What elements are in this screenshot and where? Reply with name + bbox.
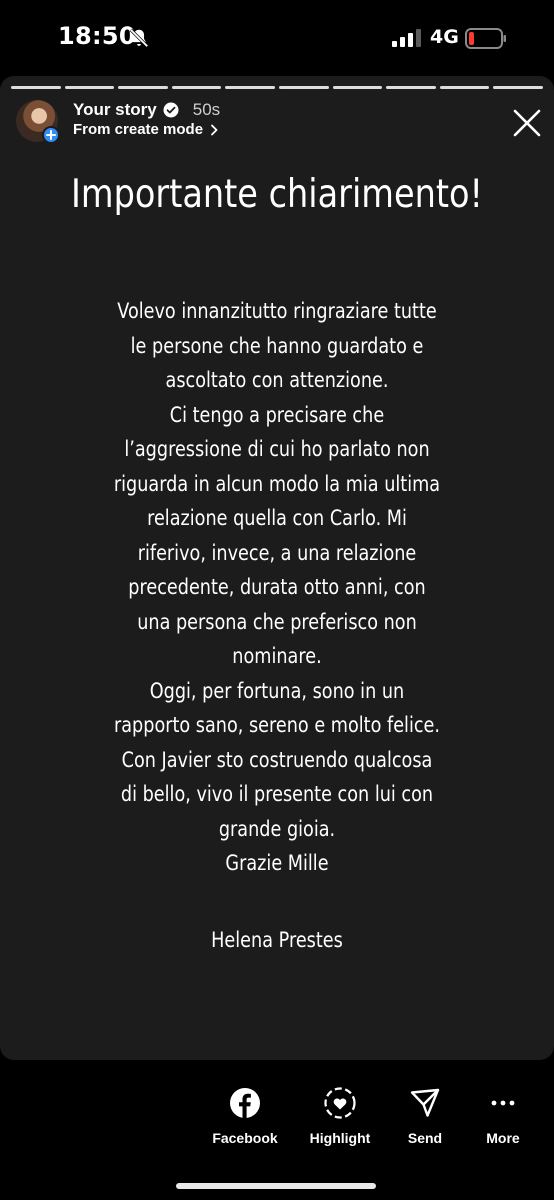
story-text-line: ascoltato con attenzione. bbox=[165, 368, 389, 392]
facebook-icon bbox=[230, 1088, 260, 1118]
verified-icon bbox=[163, 102, 179, 118]
progress-segment bbox=[278, 86, 329, 89]
story-body-text: Volevo innanzitutto ringraziare tutte le… bbox=[60, 294, 494, 881]
progress-segment bbox=[332, 86, 383, 89]
story-text-line: rapporto sano, sereno e molto felice. bbox=[113, 713, 441, 737]
status-bar: 18:50 4G bbox=[0, 0, 554, 76]
plus-icon bbox=[46, 130, 56, 140]
story-text-line: riguarda in alcun modo la mia ultima bbox=[113, 471, 441, 496]
highlight-button[interactable]: Highlight bbox=[295, 1086, 385, 1146]
story-text-line: grande gioia. bbox=[218, 816, 336, 841]
highlight-label: Highlight bbox=[309, 1130, 371, 1146]
facebook-label: Facebook bbox=[212, 1130, 278, 1146]
home-indicator[interactable] bbox=[176, 1183, 376, 1189]
progress-segment bbox=[386, 86, 436, 89]
story-text-line: nominare. bbox=[232, 644, 322, 668]
more-label: More bbox=[486, 1130, 520, 1146]
signal-icon bbox=[392, 29, 421, 47]
progress-segment bbox=[493, 86, 543, 89]
bell-slash-icon bbox=[129, 28, 149, 48]
story-action-bar: Facebook Highlight Send More bbox=[200, 1086, 554, 1156]
network-label: 4G bbox=[430, 26, 459, 48]
send-icon bbox=[410, 1088, 440, 1117]
facebook-button[interactable]: Facebook bbox=[200, 1086, 290, 1146]
story-text-line: l’aggressione di cui ho parlato non bbox=[124, 437, 430, 461]
add-story-badge[interactable] bbox=[42, 126, 60, 144]
story-owner-title[interactable]: Your story bbox=[73, 100, 157, 120]
more-dots-icon bbox=[491, 1100, 515, 1106]
send-label: Send bbox=[407, 1130, 443, 1146]
story-card[interactable]: Your story 50s From create mode Importan… bbox=[0, 76, 554, 1060]
story-text-line: una persona che preferisco non bbox=[137, 609, 417, 634]
create-mode-link[interactable]: From create mode bbox=[73, 121, 219, 138]
story-text-line: precedente, durata otto anni, con bbox=[128, 575, 426, 599]
battery-low-icon bbox=[465, 28, 506, 49]
story-heading: Importante chiarimento! bbox=[71, 172, 483, 217]
story-subtitle: From create mode bbox=[73, 121, 204, 138]
story-header: Your story 50s From create mode bbox=[16, 100, 546, 146]
story-text-line: Volevo innanzitutto ringraziare tutte bbox=[117, 299, 437, 323]
story-text-line: riferivo, invece, a una relazione bbox=[137, 540, 417, 565]
story-progress-bars bbox=[11, 86, 543, 89]
send-button[interactable]: Send bbox=[380, 1086, 470, 1146]
progress-segment bbox=[171, 86, 222, 89]
progress-segment bbox=[11, 86, 61, 89]
progress-segment bbox=[225, 86, 275, 89]
story-time-ago: 50s bbox=[192, 100, 221, 119]
story-text-line: relazione quella con Carlo. Mi bbox=[147, 506, 407, 530]
story-text-line: le persone che hanno guardato e bbox=[130, 333, 424, 358]
story-title-row: Your story 50s bbox=[73, 100, 220, 120]
story-signature: Helena Prestes bbox=[211, 928, 343, 952]
highlight-heart-icon bbox=[324, 1087, 356, 1119]
progress-segment bbox=[439, 86, 490, 89]
chevron-right-icon bbox=[211, 124, 218, 135]
progress-segment bbox=[64, 86, 115, 89]
story-text-line: Ci tengo a precisare che bbox=[169, 402, 385, 427]
story-text-line: Grazie Mille bbox=[225, 851, 329, 875]
status-time: 18:50 bbox=[58, 22, 136, 50]
progress-segment bbox=[118, 86, 168, 89]
more-button[interactable]: More bbox=[458, 1086, 548, 1146]
story-text-line: Con Javier sto costruendo qualcosa bbox=[121, 747, 433, 772]
story-text-line: di bello, vivo il presente con lui con bbox=[120, 782, 434, 806]
close-icon[interactable] bbox=[510, 106, 544, 140]
story-text-line: Oggi, per fortuna, sono in un bbox=[149, 678, 405, 703]
